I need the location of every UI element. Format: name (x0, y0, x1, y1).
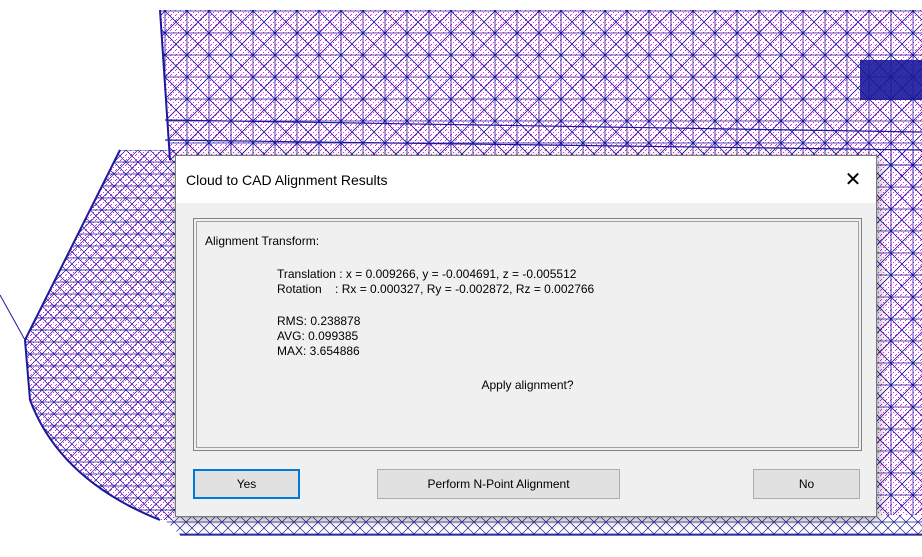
no-button[interactable]: No (753, 469, 860, 499)
avg-value: AVG: 0.099385 (277, 329, 359, 343)
panel-heading: Alignment Transform: (205, 234, 320, 248)
bottom-hull-mesh (160, 515, 922, 536)
results-panel-inner: Alignment Transform: Translation : x = 0… (196, 221, 859, 448)
lower-hull-mesh (0, 149, 175, 521)
rms-value: RMS: 0.238878 (277, 314, 361, 328)
alignment-results-dialog: Cloud to CAD Alignment Results ✕ Alignme… (175, 155, 877, 517)
results-panel: Alignment Transform: Translation : x = 0… (193, 218, 862, 451)
translation-line: Translation : x = 0.009266, y = -0.00469… (277, 267, 577, 281)
n-point-alignment-button[interactable]: Perform N-Point Alignment (377, 469, 620, 499)
rotation-line: Rotation : Rx = 0.000327, Ry = -0.002872… (277, 282, 595, 296)
max-value: MAX: 3.654886 (277, 344, 360, 358)
yes-button[interactable]: Yes (193, 469, 300, 499)
dialog-title: Cloud to CAD Alignment Results (186, 172, 388, 188)
right-hull-mesh (876, 150, 922, 515)
apply-prompt: Apply alignment? (481, 378, 574, 392)
close-icon[interactable]: ✕ (830, 156, 876, 203)
dialog-titlebar[interactable]: Cloud to CAD Alignment Results ✕ (176, 156, 876, 203)
